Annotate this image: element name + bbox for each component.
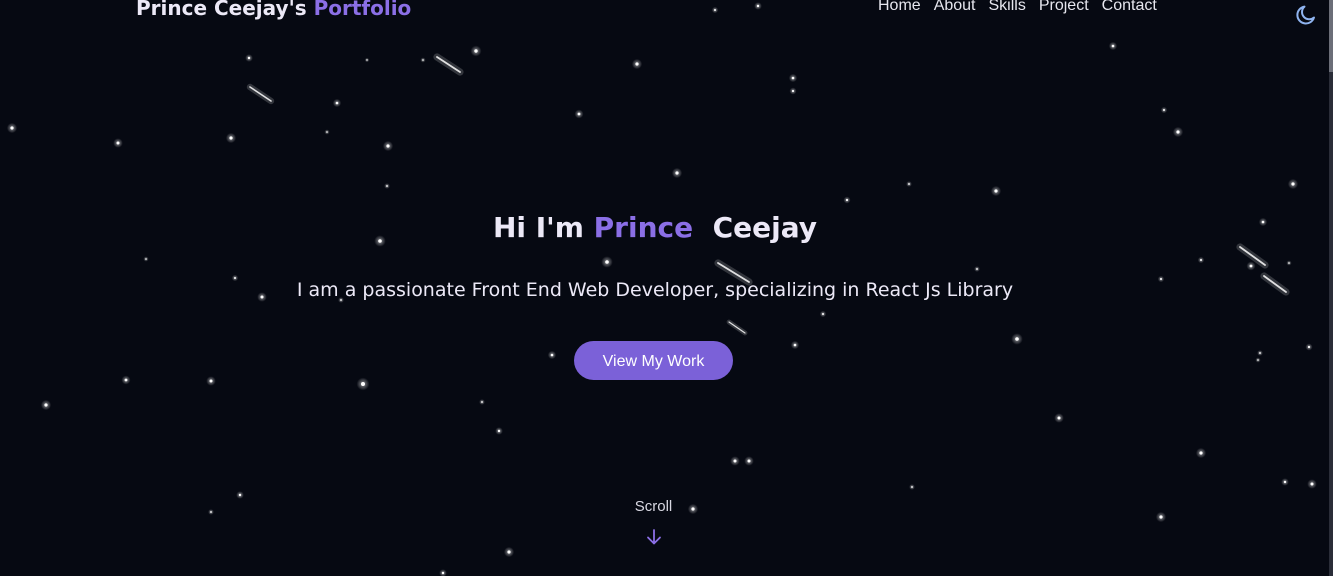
scrollbar[interactable] [1329, 0, 1333, 576]
nav-skills[interactable]: Skills [989, 0, 1026, 15]
nav-about[interactable]: About [934, 0, 976, 15]
brand-name: Prince Ceejay's [136, 0, 307, 20]
brand-accent: Portfolio [313, 0, 412, 20]
hero-heading: Hi I'm Prince Ceejay [0, 211, 1310, 244]
arrow-down-icon[interactable] [645, 528, 663, 546]
main-nav: Home About Skills Project Contact [878, 0, 1157, 15]
scrollbar-thumb[interactable] [1329, 0, 1333, 72]
hero-greeting: Hi I'm [492, 211, 584, 244]
page: Prince Ceejay's Portfolio Home About Ski… [0, 0, 1333, 576]
hero-tagline: I am a passionate Front End Web Develope… [296, 279, 1014, 301]
nav-contact[interactable]: Contact [1102, 0, 1157, 15]
site-brand[interactable]: Prince Ceejay's Portfolio [136, 0, 411, 20]
scroll-label: Scroll [634, 498, 673, 515]
hero-last-name: Ceejay [712, 211, 818, 244]
nav-project[interactable]: Project [1039, 0, 1089, 15]
hero-first-name: Prince [593, 211, 694, 244]
view-my-work-button[interactable]: View My Work [574, 341, 733, 380]
nav-home[interactable]: Home [878, 0, 921, 15]
moon-icon[interactable] [1294, 3, 1318, 27]
